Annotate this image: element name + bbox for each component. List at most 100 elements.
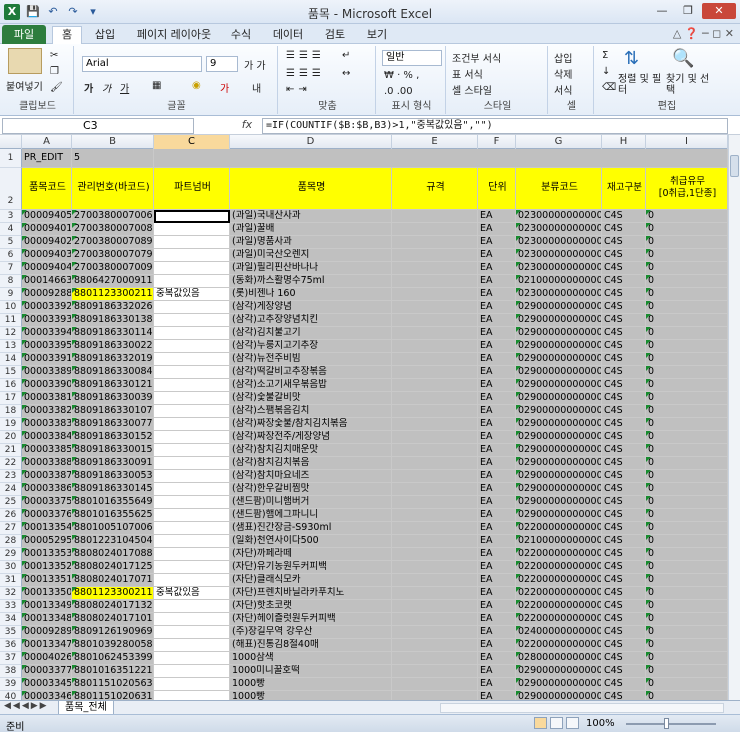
cell-name[interactable]: (과일)명품사과	[230, 236, 392, 249]
cell-code[interactable]: 00013353	[22, 548, 72, 561]
cell-flag[interactable]: 0	[646, 353, 728, 366]
row-header[interactable]: 32	[0, 587, 22, 600]
cell-unit[interactable]: EA	[478, 483, 516, 496]
header-item-name[interactable]: 품목명	[230, 168, 392, 210]
cell-spec[interactable]	[392, 379, 478, 392]
tab-insert[interactable]: 삽입	[88, 27, 122, 44]
cell-styles-button[interactable]: 셀 스타일	[452, 82, 492, 97]
cell-flag[interactable]: 0	[646, 509, 728, 522]
cell-name[interactable]: (삼각)김치불고기	[230, 327, 392, 340]
cell-flag[interactable]: 0	[646, 496, 728, 509]
cell-spec[interactable]	[392, 587, 478, 600]
cell-part[interactable]	[154, 249, 230, 262]
cell-bar[interactable]: 8809126190969	[72, 626, 154, 639]
cell-part[interactable]	[154, 431, 230, 444]
cell-cls[interactable]: 029000000000000	[516, 301, 602, 314]
row-header[interactable]: 33	[0, 600, 22, 613]
grow-font-icon[interactable]: 가 가	[244, 57, 266, 72]
row-header-1[interactable]: 1	[0, 149, 22, 168]
cell-name[interactable]: (동화)까스활명수75ml	[230, 275, 392, 288]
row-header[interactable]: 22	[0, 457, 22, 470]
row-header[interactable]: 12	[0, 327, 22, 340]
cell-cls[interactable]: 029000000000000	[516, 678, 602, 691]
cell-stk[interactable]: C4S	[602, 652, 646, 665]
row-header[interactable]: 20	[0, 431, 22, 444]
cell-name[interactable]: 1000빵	[230, 678, 392, 691]
cell-part[interactable]: 중복값있음	[154, 288, 230, 301]
cell-code[interactable]: 00003395	[22, 340, 72, 353]
cell-bar[interactable]: 8801062453399	[72, 652, 154, 665]
select-all-corner[interactable]	[0, 135, 22, 149]
cell-spec[interactable]	[392, 691, 478, 700]
row-header[interactable]: 34	[0, 613, 22, 626]
cell-name[interactable]: (과일)꿀배	[230, 223, 392, 236]
zoom-slider[interactable]	[626, 723, 716, 725]
cell-name[interactable]: (삼각)짜장전주/게장양념	[230, 431, 392, 444]
cell-stk[interactable]: C4S	[602, 496, 646, 509]
cell-bar[interactable]: 8809186330077	[72, 418, 154, 431]
row-header[interactable]: 27	[0, 522, 22, 535]
cell-spec[interactable]	[392, 470, 478, 483]
cell-code[interactable]: 00013352	[22, 561, 72, 574]
cell-bar[interactable]: 2700380007006	[72, 210, 154, 223]
cell-part[interactable]	[154, 314, 230, 327]
cell-spec[interactable]	[392, 249, 478, 262]
column-header-c[interactable]: C	[154, 135, 230, 149]
row-header[interactable]: 35	[0, 626, 22, 639]
cell-flag[interactable]: 0	[646, 431, 728, 444]
cell-part[interactable]: 중복값있음	[154, 587, 230, 600]
cell-unit[interactable]: EA	[478, 353, 516, 366]
cell-code[interactable]: 00013354	[22, 522, 72, 535]
cell-name[interactable]: (과일)필리핀산바나나	[230, 262, 392, 275]
vertical-scrollbar[interactable]	[728, 135, 740, 700]
cell-part[interactable]	[154, 236, 230, 249]
cell-part[interactable]	[154, 691, 230, 700]
cell-bar[interactable]: 8809186330039	[72, 392, 154, 405]
minimize-icon[interactable]: —	[650, 3, 674, 19]
cell-stk[interactable]: C4S	[602, 418, 646, 431]
cell-cls[interactable]: 029000000000000	[516, 327, 602, 340]
delete-cells-button[interactable]: 삭제	[554, 66, 572, 81]
row-header[interactable]: 29	[0, 548, 22, 561]
cell-bar[interactable]: 8801005107006	[72, 522, 154, 535]
cell-flag[interactable]: 0	[646, 626, 728, 639]
cell-spec[interactable]	[392, 548, 478, 561]
cell-cls[interactable]: 029000000000000	[516, 379, 602, 392]
cell-part[interactable]	[154, 561, 230, 574]
sheet-nav-icons[interactable]: ◀◀◀▶▶	[4, 701, 49, 711]
vertical-align-icons[interactable]: ☰☰☰	[286, 50, 325, 61]
cell-unit[interactable]: EA	[478, 470, 516, 483]
cell-stk[interactable]: C4S	[602, 457, 646, 470]
cell-code[interactable]: 00003346	[22, 691, 72, 700]
cell-stk[interactable]: C4S	[602, 483, 646, 496]
cell-name[interactable]: (자단)클래식모카	[230, 574, 392, 587]
cell-bar[interactable]: 8806427000911	[72, 275, 154, 288]
cell-unit[interactable]: EA	[478, 626, 516, 639]
cell-unit[interactable]: EA	[478, 652, 516, 665]
cell-unit[interactable]: EA	[478, 314, 516, 327]
cell-cls[interactable]: 021000000000000	[516, 535, 602, 548]
tab-data[interactable]: 데이터	[266, 27, 310, 44]
cell-part[interactable]	[154, 600, 230, 613]
cell-unit[interactable]: EA	[478, 301, 516, 314]
tab-file[interactable]: 파일	[2, 25, 46, 44]
cell-unit[interactable]: EA	[478, 392, 516, 405]
cell-name[interactable]: (삼각)한우갈비찜맛	[230, 483, 392, 496]
cell-flag[interactable]: 0	[646, 288, 728, 301]
cell-code[interactable]: 00003389	[22, 366, 72, 379]
row-header[interactable]: 21	[0, 444, 22, 457]
row-header[interactable]: 23	[0, 470, 22, 483]
normal-view-icon[interactable]	[534, 717, 547, 729]
cell-unit[interactable]: EA	[478, 574, 516, 587]
cell-cls[interactable]: 023000000000000	[516, 223, 602, 236]
insert-cells-button[interactable]: 삽입	[554, 50, 572, 65]
cell-name[interactable]: (삼각)떡갈비고추장볶음	[230, 366, 392, 379]
cell-flag[interactable]: 0	[646, 314, 728, 327]
cell-part[interactable]	[154, 301, 230, 314]
cell-bar[interactable]: 8809186330084	[72, 366, 154, 379]
cell-spec[interactable]	[392, 405, 478, 418]
cell-unit[interactable]: EA	[478, 561, 516, 574]
cell-spec[interactable]	[392, 314, 478, 327]
cell-part[interactable]	[154, 483, 230, 496]
cell-code[interactable]: 00003390	[22, 379, 72, 392]
